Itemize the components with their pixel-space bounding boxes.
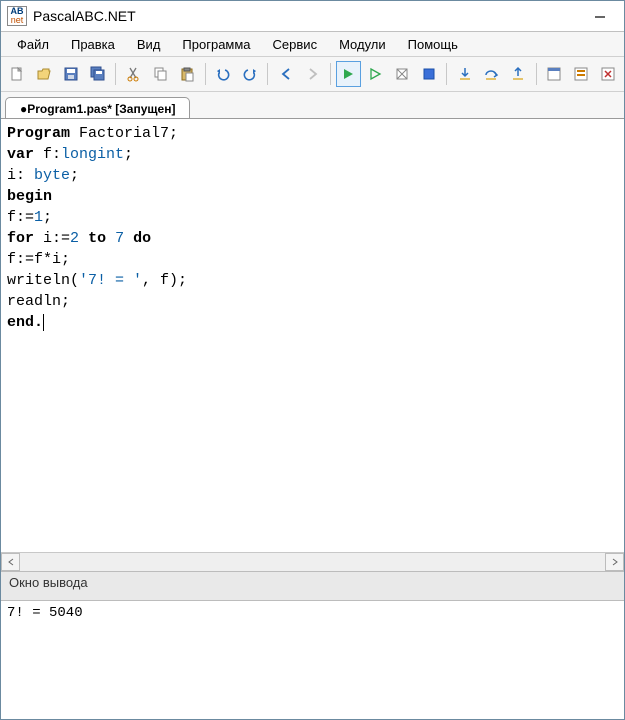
separator: [115, 63, 116, 85]
save-all-icon[interactable]: [85, 61, 110, 87]
undo-icon[interactable]: [211, 61, 236, 87]
toolbar: [1, 57, 624, 92]
separator: [446, 63, 447, 85]
run-no-debug-icon[interactable]: [363, 61, 388, 87]
step-over-icon[interactable]: [479, 61, 504, 87]
redo-icon[interactable]: [238, 61, 263, 87]
menu-edit[interactable]: Правка: [61, 34, 125, 55]
paste-icon[interactable]: [175, 61, 200, 87]
form-designer-icon[interactable]: [542, 61, 567, 87]
scroll-left-icon[interactable]: [1, 553, 20, 571]
cut-icon[interactable]: [121, 61, 146, 87]
separator: [330, 63, 331, 85]
run-icon[interactable]: [336, 61, 361, 87]
app-window: ABnet PascalABC.NET Файл Правка Вид Прог…: [0, 0, 625, 720]
minimize-button[interactable]: [582, 5, 618, 27]
separator: [536, 63, 537, 85]
output-text: 7! = 5040: [7, 605, 83, 621]
menu-service[interactable]: Сервис: [263, 34, 328, 55]
separator: [205, 63, 206, 85]
scroll-track[interactable]: [20, 554, 605, 570]
text-caret: [43, 314, 53, 331]
menu-program[interactable]: Программа: [172, 34, 260, 55]
code-editor[interactable]: Program Factorial7; var f:longint; i: by…: [1, 118, 624, 552]
new-file-icon[interactable]: [5, 61, 30, 87]
window-title: PascalABC.NET: [33, 8, 576, 24]
save-icon[interactable]: [59, 61, 84, 87]
nav-forward-icon[interactable]: [300, 61, 325, 87]
step-out-icon[interactable]: [506, 61, 531, 87]
menu-help[interactable]: Помощь: [398, 34, 468, 55]
output-panel[interactable]: 7! = 5040: [1, 601, 624, 719]
menu-file[interactable]: Файл: [7, 34, 59, 55]
menubar: Файл Правка Вид Программа Сервис Модули …: [1, 32, 624, 57]
copy-icon[interactable]: [148, 61, 173, 87]
app-icon: ABnet: [7, 6, 27, 26]
module-icon[interactable]: [568, 61, 593, 87]
menu-modules[interactable]: Модули: [329, 34, 396, 55]
horizontal-scrollbar[interactable]: [1, 552, 624, 571]
exe-icon[interactable]: [595, 61, 620, 87]
editor-tab[interactable]: ●Program1.pas* [Запущен]: [5, 97, 190, 119]
scroll-right-icon[interactable]: [605, 553, 624, 571]
step-into-icon[interactable]: [452, 61, 477, 87]
tabbar: ●Program1.pas* [Запущен]: [1, 92, 624, 118]
nav-back-icon[interactable]: [273, 61, 298, 87]
separator: [267, 63, 268, 85]
menu-view[interactable]: Вид: [127, 34, 171, 55]
titlebar: ABnet PascalABC.NET: [1, 1, 624, 32]
compile-icon[interactable]: [390, 61, 415, 87]
open-file-icon[interactable]: [32, 61, 57, 87]
output-panel-header[interactable]: Окно вывода: [1, 571, 624, 601]
code-content: Program Factorial7; var f:longint; i: by…: [1, 119, 624, 337]
stop-icon[interactable]: [416, 61, 441, 87]
